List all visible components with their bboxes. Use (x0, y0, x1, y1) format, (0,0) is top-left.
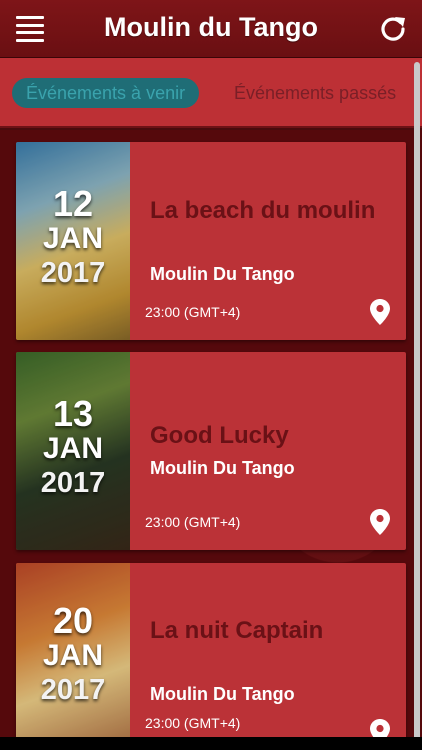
scrollbar[interactable] (414, 62, 420, 750)
event-date: 13 JAN 2017 (16, 396, 130, 500)
event-year: 2017 (40, 467, 106, 499)
bottom-edge (0, 737, 422, 750)
event-list[interactable]: 12 JAN 2017 La beach du moulin Moulin Du… (0, 130, 422, 750)
event-year: 2017 (40, 257, 106, 289)
event-venue: Moulin Du Tango (150, 264, 295, 284)
app-title: Moulin du Tango (104, 12, 318, 42)
event-date: 12 JAN 2017 (16, 186, 130, 290)
event-day: 13 (52, 393, 94, 434)
tab-upcoming-events[interactable]: Événements à venir (12, 78, 200, 108)
event-time: 23:00 (GMT+4) (145, 304, 241, 320)
event-card[interactable]: 13 JAN 2017 Good Lucky Moulin Du Tango 2… (16, 352, 406, 550)
event-title: La nuit Captain (150, 617, 324, 644)
event-card[interactable]: 20 JAN 2017 La nuit Captain Moulin Du Ta… (16, 563, 406, 750)
event-time: 23:00 (GMT+4) (145, 715, 241, 731)
event-day: 20 (52, 600, 94, 641)
event-month: JAN (42, 432, 103, 465)
event-month: JAN (42, 639, 103, 672)
event-time: 23:00 (GMT+4) (145, 514, 241, 530)
hamburger-menu-icon[interactable] (16, 16, 44, 42)
event-venue: Moulin Du Tango (150, 458, 295, 478)
app-header: Moulin du Tango (0, 0, 422, 58)
event-day: 12 (52, 183, 94, 224)
event-year: 2017 (40, 674, 106, 706)
event-date: 20 JAN 2017 (16, 603, 130, 707)
event-venue: Moulin Du Tango (150, 684, 295, 704)
event-title: Good Lucky (150, 422, 289, 449)
location-pin-icon[interactable] (370, 299, 390, 325)
event-title: La beach du moulin (150, 197, 376, 224)
tab-past-events[interactable]: Événements passés (234, 78, 396, 108)
event-card[interactable]: 12 JAN 2017 La beach du moulin Moulin Du… (16, 142, 406, 340)
location-pin-icon[interactable] (370, 509, 390, 535)
refresh-icon[interactable] (378, 14, 408, 44)
event-tabs: Événements à venir Événements passés (0, 58, 422, 128)
event-month: JAN (42, 222, 103, 255)
